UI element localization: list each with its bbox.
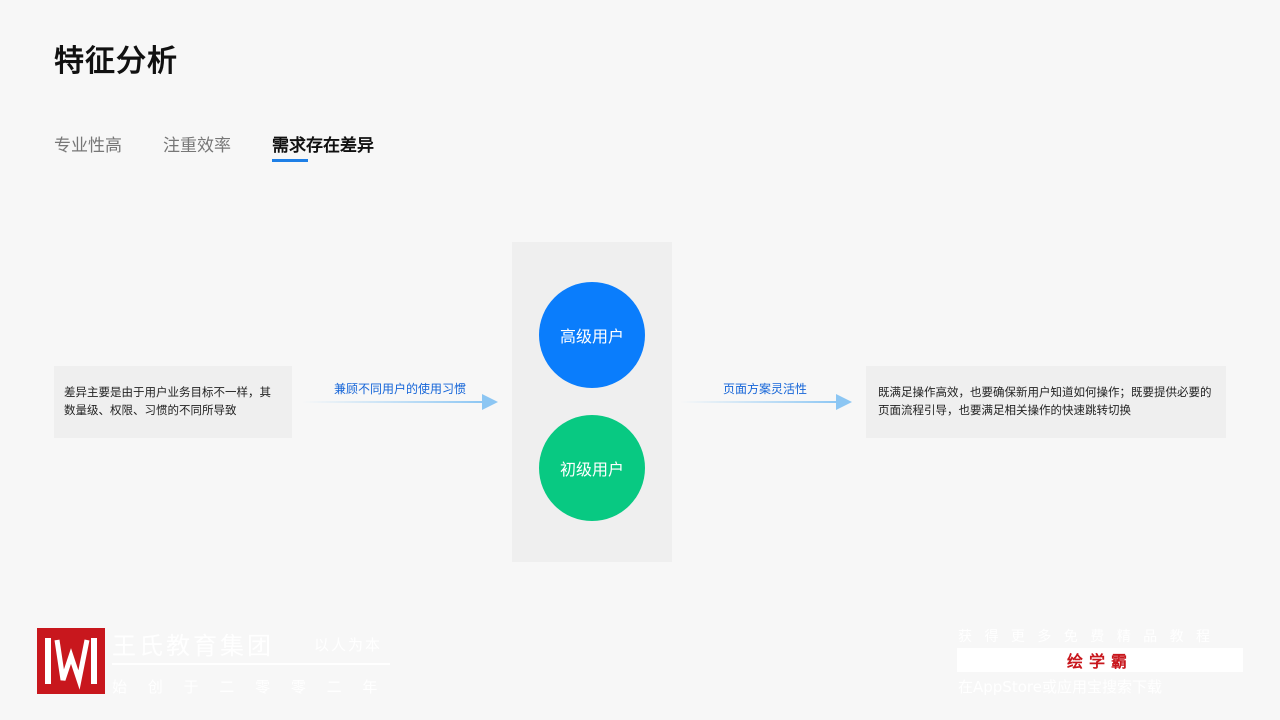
tab-efficiency[interactable]: 注重效率 [163, 132, 231, 160]
org-name: 王氏教育集团 [112, 632, 274, 660]
advanced-user-label: 高级用户 [559, 327, 624, 346]
cause-description-box: 差异主要是由于用户业务目标不一样，其数量级、权限、习惯的不同所导致 [54, 366, 292, 438]
beginner-user-circle[interactable]: 初级用户 [539, 415, 645, 521]
promo-bottom-text: 在AppStore或应用宝搜索下载 [958, 678, 1162, 696]
watermark-divider [112, 663, 390, 665]
promo-top-text: 获 得 更 多 免 费 精 品 教 程 [958, 629, 1215, 645]
app-name: 绘学霸 [1066, 652, 1133, 671]
beginner-user-label: 初级用户 [559, 460, 624, 479]
page-title: 特征分析 [54, 44, 178, 79]
app-name-badge: 绘学霸 [957, 648, 1243, 672]
advanced-user-circle[interactable]: 高级用户 [539, 282, 645, 388]
cause-description-text: 差异主要是由于用户业务目标不一样，其数量级、权限、习惯的不同所导致 [64, 385, 271, 417]
solution-description-box: 既满足操作高效，也要确保新用户知道如何操作；既要提供必要的页面流程引导，也要满足… [866, 366, 1226, 438]
tab-demand-difference[interactable]: 需求存在差异 [272, 132, 374, 162]
active-tab-indicator [272, 159, 308, 162]
right-arrow-icon [680, 394, 852, 410]
org-slogan: 以人为本 [314, 636, 383, 654]
user-types-panel: 高级用户 初级用户 [512, 242, 672, 562]
solution-description-text: 既满足操作高效，也要确保新用户知道如何操作；既要提供必要的页面流程引导，也要满足… [878, 385, 1212, 417]
tab-label: 需求存在差异 [272, 136, 374, 156]
founded-text: 始 创 于 二 零 零 二 年 [112, 678, 386, 696]
right-arrow-icon [302, 394, 498, 410]
brand-logo [37, 628, 105, 694]
w-logo-icon [45, 638, 97, 690]
tab-professional[interactable]: 专业性高 [54, 132, 122, 160]
